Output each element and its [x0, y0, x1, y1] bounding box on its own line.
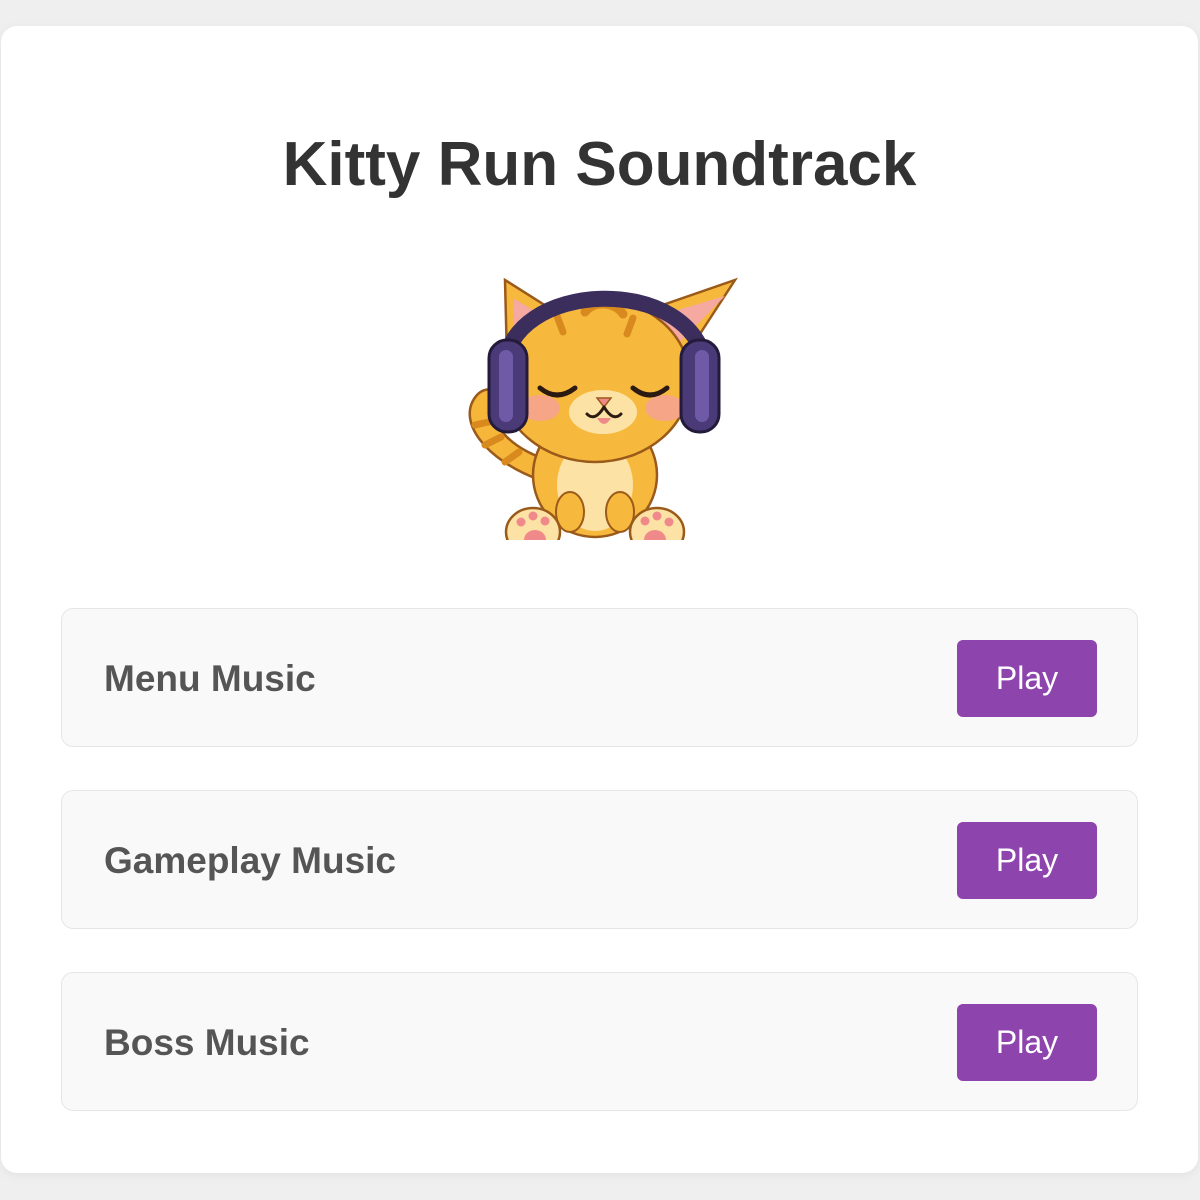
- soundtrack-card: Kitty Run Soundtrack Menu Music Play Gam…: [1, 26, 1198, 1173]
- track-name: Boss Music: [104, 1022, 310, 1063]
- track-name: Gameplay Music: [104, 840, 397, 881]
- play-menu-music-button[interactable]: Play: [957, 640, 1097, 717]
- track-row-menu-music: Menu Music Play: [61, 608, 1138, 747]
- play-gameplay-music-button[interactable]: Play: [957, 822, 1097, 899]
- play-boss-music-button[interactable]: Play: [957, 1004, 1097, 1081]
- cat-with-headphones-icon: [468, 277, 739, 540]
- page-title: Kitty Run Soundtrack: [282, 130, 917, 199]
- track-name: Menu Music: [104, 658, 316, 699]
- track-row-gameplay-music: Gameplay Music Play: [61, 790, 1138, 929]
- track-row-boss-music: Boss Music Play: [61, 972, 1138, 1111]
